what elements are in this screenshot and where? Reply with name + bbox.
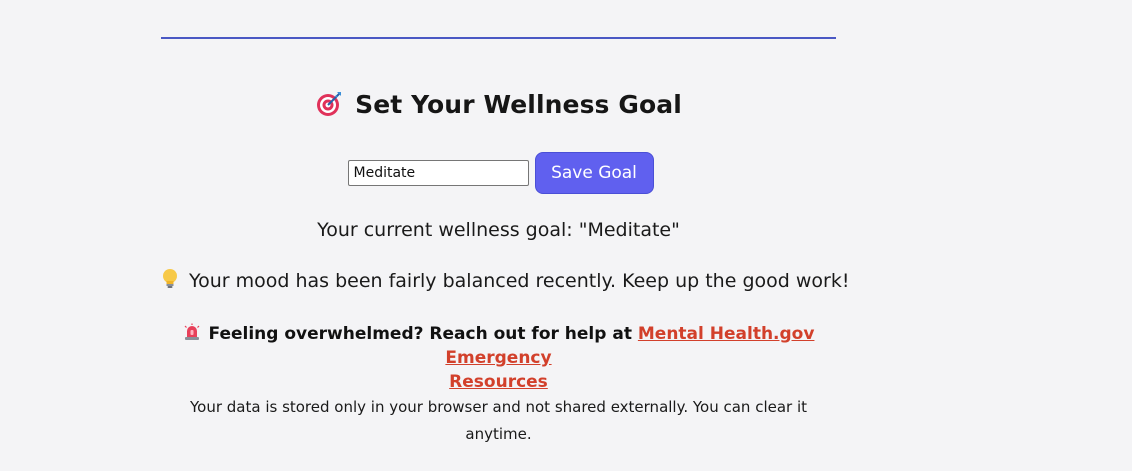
lightbulb-icon xyxy=(163,269,177,288)
goal-input-row: Save Goal xyxy=(161,152,836,194)
page-title: Set Your Wellness Goal xyxy=(355,89,682,119)
save-goal-button[interactable]: Save Goal xyxy=(534,152,654,194)
help-notice: Feeling overwhelmed? Reach out for help … xyxy=(161,322,836,394)
target-icon xyxy=(317,92,342,116)
siren-icon xyxy=(184,323,199,340)
privacy-line-1: Your data is stored only in your browser… xyxy=(189,398,808,416)
link-line-2: Resources xyxy=(449,372,548,392)
section-divider xyxy=(161,37,836,39)
help-prefix: Feeling overwhelmed? Reach out for help … xyxy=(208,324,632,344)
mood-message: Your mood has been fairly balanced recen… xyxy=(161,268,849,292)
privacy-line-2: anytime. xyxy=(465,425,532,443)
goal-title-row: Set Your Wellness Goal xyxy=(161,84,836,124)
privacy-note: Your data is stored only in your browser… xyxy=(161,394,836,448)
current-goal-text: Your current wellness goal: "Meditate" xyxy=(317,219,680,241)
wellness-goal-panel: Set Your Wellness Goal Save Goal Your cu… xyxy=(161,0,849,471)
goal-input[interactable] xyxy=(347,160,529,186)
mood-text: Your mood has been fairly balanced recen… xyxy=(189,270,850,292)
